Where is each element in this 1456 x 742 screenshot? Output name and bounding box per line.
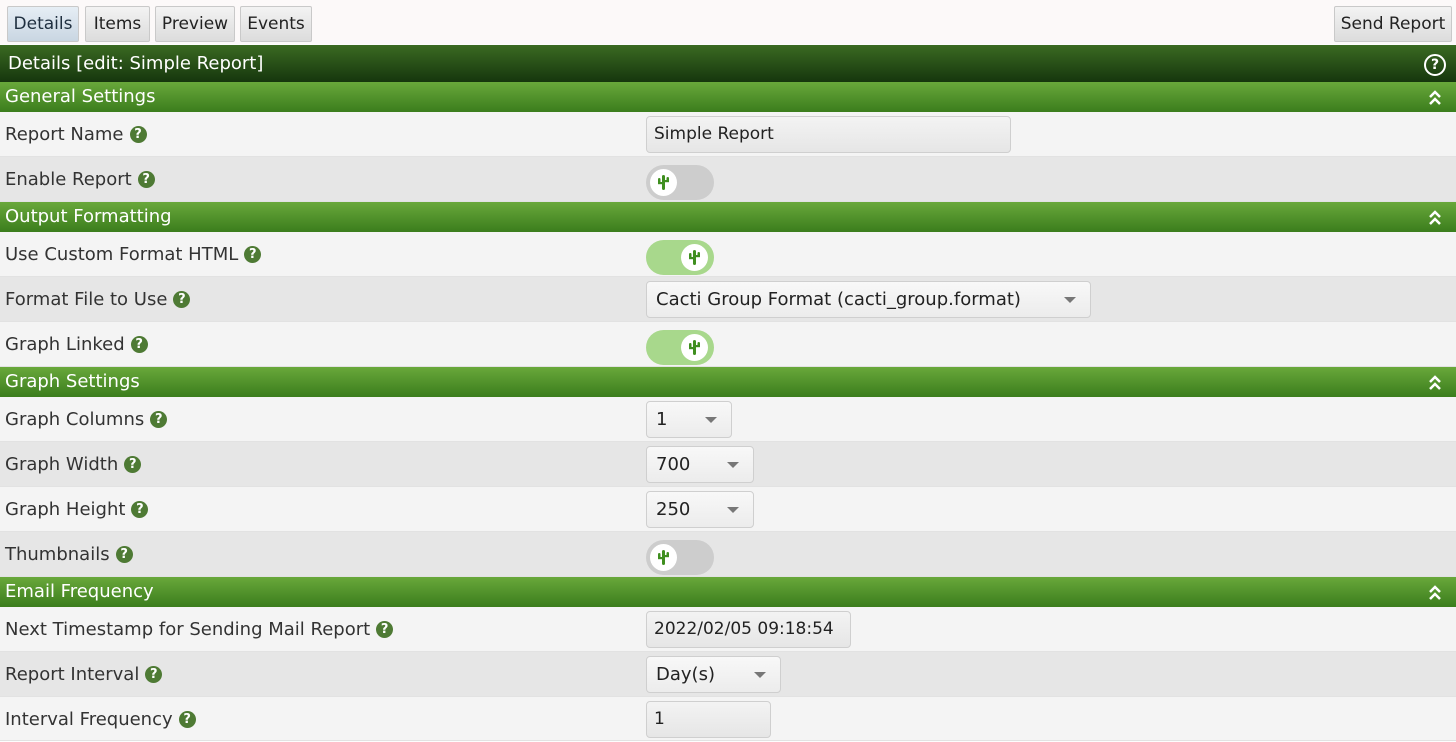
- row-graph-linked: Graph Linked?: [0, 322, 1456, 367]
- collapse-icon[interactable]: [1428, 371, 1442, 393]
- toggle-knob: [681, 244, 708, 271]
- tab-preview[interactable]: Preview: [155, 6, 235, 42]
- tab-bar: Details Items Preview Events Send Report: [0, 0, 1456, 44]
- custom-format-toggle[interactable]: [646, 240, 714, 275]
- graph-width-select[interactable]: 700: [646, 446, 754, 483]
- tab-items[interactable]: Items: [85, 6, 150, 42]
- row-thumbnails: Thumbnails?: [0, 532, 1456, 577]
- cactus-icon: [658, 550, 669, 565]
- send-report-button[interactable]: Send Report: [1334, 6, 1452, 42]
- graph-columns-select[interactable]: 1: [646, 401, 732, 438]
- interval-frequency-input[interactable]: 1: [646, 701, 771, 738]
- help-icon[interactable]: ?: [173, 291, 191, 308]
- section-output-formatting: Output Formatting: [0, 202, 1456, 232]
- enable-report-toggle[interactable]: [646, 165, 714, 200]
- field-label: Graph Linked?: [5, 322, 148, 367]
- cactus-icon: [689, 340, 700, 355]
- section-title: Email Frequency: [5, 581, 154, 602]
- row-graph-columns: Graph Columns? 1: [0, 397, 1456, 442]
- section-email-frequency: Email Frequency: [0, 577, 1456, 607]
- chevron-down-icon: [727, 507, 739, 513]
- collapse-icon[interactable]: [1428, 206, 1442, 228]
- select-value: 1: [656, 409, 668, 430]
- graph-height-select[interactable]: 250: [646, 491, 754, 528]
- field-label: Next Timestamp for Sending Mail Report?: [5, 607, 394, 652]
- tab-events[interactable]: Events: [240, 6, 312, 42]
- field-label: Graph Height?: [5, 487, 149, 532]
- row-format-file: Format File to Use? Cacti Group Format (…: [0, 277, 1456, 322]
- field-label: Enable Report?: [5, 157, 155, 202]
- row-report-name: Report Name? Simple Report: [0, 112, 1456, 157]
- chevron-down-icon: [727, 462, 739, 468]
- select-value: Day(s): [656, 664, 715, 685]
- help-icon[interactable]: ?: [150, 411, 168, 428]
- page-title: Details [edit: Simple Report]: [8, 53, 264, 74]
- row-graph-height: Graph Height? 250: [0, 487, 1456, 532]
- section-title: General Settings: [5, 86, 156, 107]
- field-label: Graph Width?: [5, 442, 142, 487]
- chevron-down-icon: [705, 417, 717, 423]
- tab-details[interactable]: Details: [7, 6, 79, 42]
- help-icon[interactable]: ?: [115, 546, 133, 563]
- format-file-select[interactable]: Cacti Group Format (cacti_group.format): [646, 281, 1091, 318]
- section-title: Output Formatting: [5, 206, 172, 227]
- panel-header: Details [edit: Simple Report] ?: [0, 45, 1456, 82]
- help-icon[interactable]: ?: [137, 171, 155, 188]
- cactus-icon: [689, 250, 700, 265]
- help-icon[interactable]: ?: [178, 711, 196, 728]
- help-icon[interactable]: ?: [131, 501, 149, 518]
- collapse-icon[interactable]: [1428, 581, 1442, 603]
- field-label: Format File to Use?: [5, 277, 191, 322]
- field-label: Graph Columns?: [5, 397, 168, 442]
- row-interval-frequency: Interval Frequency? 1: [0, 697, 1456, 741]
- select-value: 250: [656, 499, 691, 520]
- row-report-interval: Report Interval? Day(s): [0, 652, 1456, 697]
- help-icon[interactable]: ?: [130, 336, 148, 353]
- row-enable-report: Enable Report?: [0, 157, 1456, 202]
- field-label: Report Interval?: [5, 652, 163, 697]
- field-label: Use Custom Format HTML?: [5, 232, 262, 277]
- toggle-knob: [650, 544, 677, 571]
- select-value: 700: [656, 454, 691, 475]
- section-graph-settings: Graph Settings: [0, 367, 1456, 397]
- section-general-settings: General Settings: [0, 82, 1456, 112]
- chevron-down-icon: [1064, 297, 1076, 303]
- row-graph-width: Graph Width? 700: [0, 442, 1456, 487]
- report-interval-select[interactable]: Day(s): [646, 656, 781, 693]
- help-icon[interactable]: ?: [244, 246, 262, 263]
- row-next-timestamp: Next Timestamp for Sending Mail Report? …: [0, 607, 1456, 652]
- cactus-icon: [658, 175, 669, 190]
- chevron-down-icon: [754, 672, 766, 678]
- help-icon[interactable]: ?: [124, 456, 142, 473]
- graph-linked-toggle[interactable]: [646, 330, 714, 365]
- help-icon[interactable]: ?: [376, 621, 394, 638]
- next-timestamp-input[interactable]: 2022/02/05 09:18:54: [646, 611, 851, 648]
- section-title: Graph Settings: [5, 371, 140, 392]
- field-label: Thumbnails?: [5, 532, 133, 577]
- thumbnails-toggle[interactable]: [646, 540, 714, 575]
- row-custom-format: Use Custom Format HTML?: [0, 232, 1456, 277]
- field-label: Interval Frequency?: [5, 697, 196, 742]
- field-label: Report Name?: [5, 112, 147, 157]
- help-icon[interactable]: ?: [129, 126, 147, 143]
- help-icon[interactable]: ?: [1424, 54, 1446, 76]
- select-value: Cacti Group Format (cacti_group.format): [656, 289, 1021, 310]
- report-name-input[interactable]: Simple Report: [646, 116, 1011, 153]
- toggle-knob: [681, 334, 708, 361]
- collapse-icon[interactable]: [1428, 86, 1442, 108]
- toggle-knob: [650, 169, 677, 196]
- help-icon[interactable]: ?: [145, 666, 163, 683]
